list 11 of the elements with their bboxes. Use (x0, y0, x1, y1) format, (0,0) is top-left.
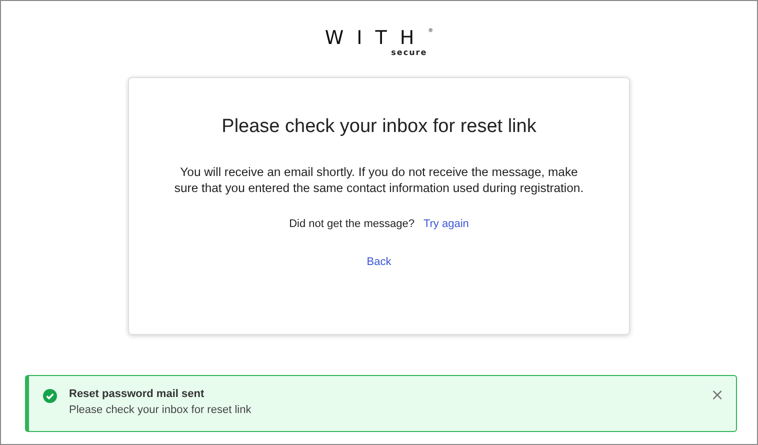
logo-wordmark: WITH (324, 28, 428, 48)
back-link[interactable]: Back (366, 256, 392, 268)
card-title: Please check your inbox for reset link (222, 116, 536, 138)
try-again-link[interactable]: Try again (423, 218, 469, 230)
card-message: You will receive an email shortly. If you do not receive the message, make sure that you entered the same contact information used during registration. (173, 164, 585, 196)
logo-subtitle: secure (391, 48, 428, 57)
check-circle-icon (43, 389, 57, 403)
toast-message: Please check your inbox for reset link (69, 404, 252, 416)
close-button[interactable]: × (708, 388, 726, 402)
retry-prompt: Did not get the message? (289, 218, 414, 230)
toast-title: Reset password mail sent (69, 388, 206, 400)
